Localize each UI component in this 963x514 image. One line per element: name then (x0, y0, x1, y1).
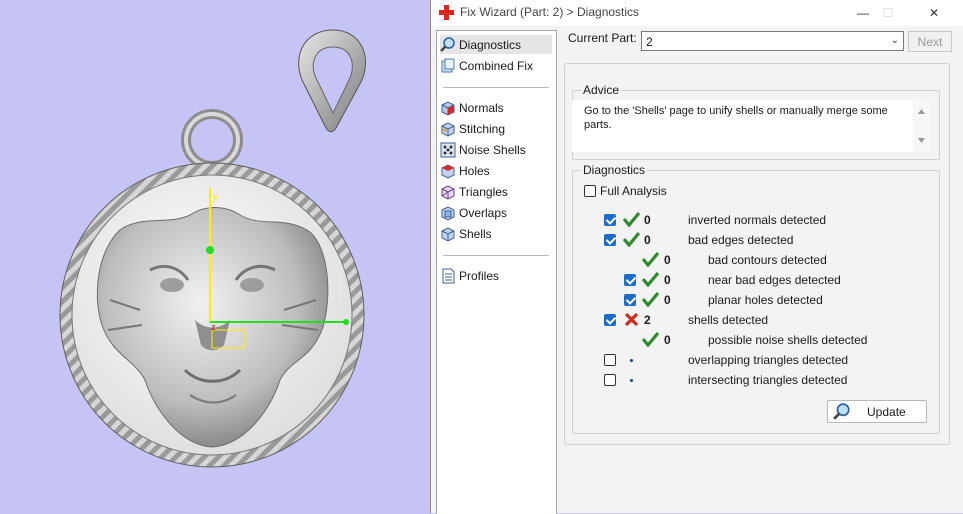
nav-item-label: Combined Fix (459, 58, 534, 73)
bad-edges-checkbox[interactable] (604, 234, 616, 246)
intersecting-triangles-text: intersecting triangles detected (688, 373, 848, 387)
holes-cube-icon (441, 163, 455, 179)
svg-text:z: z (211, 322, 216, 332)
normals-cube-icon (441, 100, 455, 116)
advice-scrollbar[interactable] (913, 100, 930, 152)
nav-item-label: Holes (459, 163, 490, 178)
nav-item-combined-fix[interactable]: Combined Fix (440, 56, 552, 75)
ok-check-icon (642, 331, 659, 347)
close-icon: ✕ (928, 6, 940, 20)
nav-item-label: Overlaps (459, 205, 508, 220)
overlapping-triangles-text: overlapping triangles detected (688, 353, 849, 367)
near-bad-edges-count: 0 (664, 273, 671, 287)
nav-item-triangles[interactable]: Triangles (440, 182, 552, 201)
nav-divider (443, 87, 549, 88)
next-button[interactable]: Next (908, 31, 952, 52)
noise-shells-count: 0 (664, 333, 671, 347)
near-bad-edges-checkbox[interactable] (624, 274, 636, 286)
close-button[interactable]: ✕ (914, 0, 954, 26)
pending-dot-icon (630, 379, 633, 382)
title-bar[interactable]: Fix Wizard (Part: 2) > Diagnostics — ☐ ✕ (431, 0, 963, 26)
shells-icon (441, 226, 455, 242)
noise-shells-icon (440, 142, 456, 157)
nav-item-noise-shells[interactable]: Noise Shells (440, 140, 552, 159)
ok-check-icon (623, 231, 640, 247)
overlapping-triangles-checkbox[interactable] (604, 354, 616, 366)
near-bad-edges-text: near bad edges detected (708, 273, 841, 287)
advice-text: Go to the 'Shells' page to unify shells … (584, 105, 888, 131)
red-cross-app-icon (439, 5, 454, 20)
planar-holes-checkbox[interactable] (624, 294, 636, 306)
nav-item-label: Profiles (459, 268, 500, 283)
advice-title: Advice (581, 83, 622, 97)
nav-item-profiles[interactable]: Profiles (440, 266, 552, 285)
diagnostics-title: Diagnostics (581, 163, 648, 177)
ok-check-icon (642, 251, 659, 267)
next-button-label: Next (917, 34, 943, 49)
bail-shape (298, 29, 366, 133)
nav-item-label: Normals (459, 100, 504, 115)
bad-edges-count: 0 (644, 233, 651, 247)
nav-item-shells[interactable]: Shells (440, 224, 552, 243)
shells-text: shells detected (688, 313, 769, 327)
profiles-document-icon (442, 268, 455, 283)
stitching-cube-icon (441, 121, 455, 137)
full-analysis-checkbox[interactable] (584, 185, 596, 197)
nav-item-label: Diagnostics (459, 37, 522, 52)
ok-check-icon (642, 291, 659, 307)
noise-shells-text: possible noise shells detected (708, 333, 868, 347)
planar-holes-text: planar holes detected (708, 293, 823, 307)
nav-item-diagnostics[interactable]: Diagnostics (440, 35, 552, 54)
nav-item-normals[interactable]: Normals (440, 98, 552, 117)
pending-dot-icon (630, 359, 633, 362)
bad-edges-text: bad edges detected (688, 233, 794, 247)
update-button-label: Update (867, 404, 906, 419)
nav-item-overlaps[interactable]: Overlaps (440, 203, 552, 222)
scroll-arrows-icon (918, 109, 925, 143)
triangles-cube-icon (441, 184, 455, 200)
bad-contours-count: 0 (664, 253, 671, 267)
magnifier-icon (440, 36, 455, 52)
wizard-nav: Diagnostics Combined Fix Normals Stitchi… (436, 30, 557, 514)
window-title: Fix Wizard (Part: 2) > Diagnostics (460, 5, 640, 19)
current-part-select[interactable]: 2 ⌄ (641, 31, 904, 51)
nav-item-label: Shells (459, 226, 492, 241)
maximize-icon: ☐ (882, 6, 894, 20)
advice-box: Go to the 'Shells' page to unify shells … (572, 100, 930, 152)
pendant-model: y z (59, 29, 366, 468)
ok-check-icon (623, 211, 640, 227)
chevron-down-icon: ⌄ (890, 35, 899, 46)
update-button[interactable]: Update (827, 400, 927, 423)
ok-check-icon (642, 271, 659, 287)
magnifier-icon (833, 402, 850, 420)
combined-fix-icon (441, 58, 455, 72)
fix-wizard-window: Fix Wizard (Part: 2) > Diagnostics — ☐ ✕… (430, 0, 963, 514)
shells-checkbox[interactable] (604, 314, 616, 326)
nav-item-label: Triangles (459, 184, 508, 199)
shells-count: 2 (644, 313, 651, 327)
inverted-normals-text: inverted normals detected (688, 213, 827, 227)
inverted-normals-checkbox[interactable] (604, 214, 616, 226)
nav-item-stitching[interactable]: Stitching (440, 119, 552, 138)
bad-contours-text: bad contours detected (708, 253, 827, 267)
nav-item-label: Noise Shells (459, 142, 526, 157)
3d-viewport[interactable]: y z (0, 0, 430, 513)
current-part-value: 2 (646, 35, 653, 49)
svg-text:y: y (213, 192, 218, 203)
planar-holes-count: 0 (664, 293, 671, 307)
intersecting-triangles-checkbox[interactable] (604, 374, 616, 386)
maximize-button[interactable]: ☐ (868, 0, 908, 26)
inverted-normals-count: 0 (644, 213, 651, 227)
nav-divider (443, 255, 549, 256)
current-part-label: Current Part: (568, 31, 637, 45)
error-x-icon (624, 312, 639, 327)
nav-item-holes[interactable]: Holes (440, 161, 552, 180)
full-analysis-label: Full Analysis (600, 184, 667, 198)
overlaps-icon (441, 205, 455, 221)
nav-item-label: Stitching (459, 121, 506, 136)
